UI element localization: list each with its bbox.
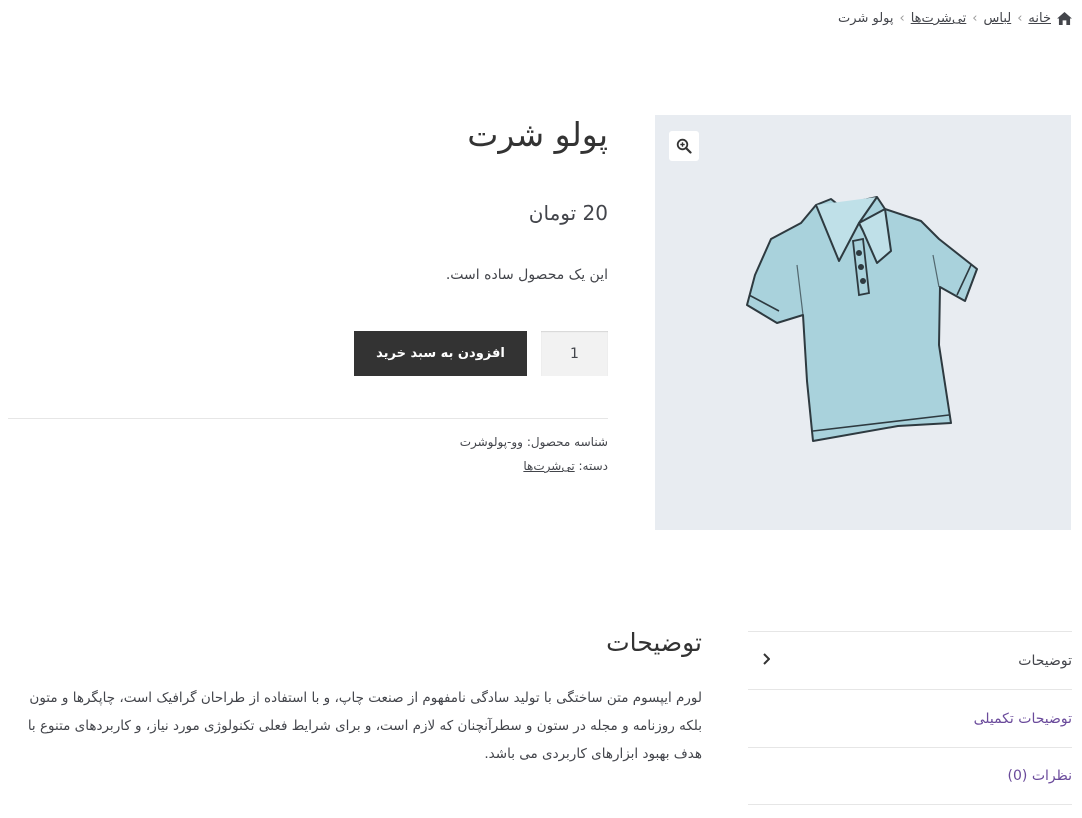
product-image: [746, 196, 978, 442]
divider: [8, 418, 608, 419]
quantity-input[interactable]: [541, 331, 608, 376]
home-icon: [1057, 12, 1072, 25]
sku-value: وو-پولوشرت: [459, 435, 523, 449]
description-text: لورم ایپسوم متن ساختگی با تولید سادگی نا…: [27, 690, 702, 762]
breadcrumb-link-tshirts[interactable]: تی‌شرت‌ها: [911, 11, 967, 26]
zoom-in-icon: [676, 138, 692, 154]
tab-description[interactable]: توضیحات: [748, 631, 1072, 689]
sku-label: شناسه محصول:: [526, 435, 608, 449]
tab-label: توضیحات: [1018, 652, 1072, 669]
product-category: دسته: تی‌شرت‌ها: [523, 459, 608, 473]
tab-label: توضیحات تکمیلی: [973, 710, 1072, 727]
tab-reviews[interactable]: نظرات (0): [748, 747, 1072, 805]
zoom-button[interactable]: [669, 131, 699, 161]
product-sku: شناسه محصول: وو-پولوشرت: [460, 435, 608, 449]
product-short-description: این یک محصول ساده است.: [445, 267, 608, 283]
breadcrumb: خانه › لباس › تی‌شرت‌ها › پولو شرت: [838, 11, 1072, 26]
product-title: پولو شرت: [467, 115, 608, 154]
category-label: دسته:: [578, 459, 609, 473]
product-gallery[interactable]: [655, 115, 1071, 530]
breadcrumb-separator: ›: [972, 11, 978, 26]
description-title: توضیحات: [606, 628, 702, 657]
breadcrumb-link-home[interactable]: خانه: [1028, 11, 1051, 26]
breadcrumb-current: پولو شرت: [838, 11, 894, 26]
breadcrumb-separator: ›: [1017, 11, 1023, 26]
category-link[interactable]: تی‌شرت‌ها: [523, 459, 574, 473]
tab-additional-information[interactable]: توضیحات تکمیلی: [748, 689, 1072, 747]
product-price: 20 تومان: [528, 201, 608, 225]
product-tabs: توضیحات توضیحات تکمیلی نظرات (0): [748, 631, 1072, 805]
chevron-left-icon: [762, 652, 771, 669]
breadcrumb-separator: ›: [899, 11, 905, 26]
tab-label: نظرات (0): [1007, 768, 1072, 784]
breadcrumb-link-clothing[interactable]: لباس: [983, 11, 1011, 26]
add-to-cart-button[interactable]: افزودن به سبد خرید: [354, 331, 527, 376]
